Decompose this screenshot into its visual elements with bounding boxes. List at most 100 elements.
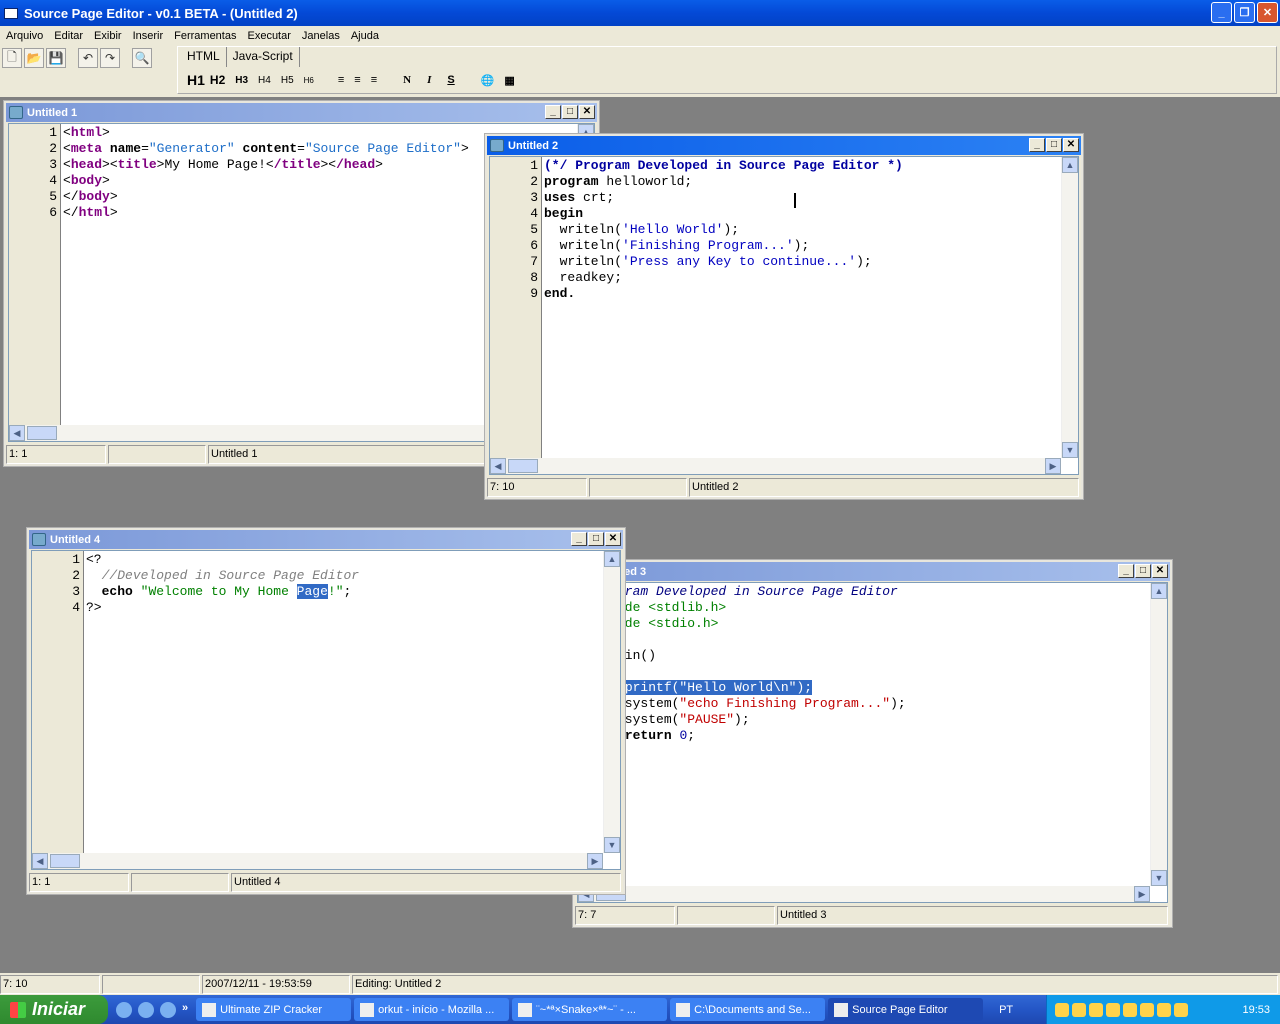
window-titlebar[interactable]: Untitled 4 _ □ ✕ [29,530,623,549]
horizontal-scrollbar[interactable]: ◀▶ [578,886,1150,902]
minimize-button[interactable]: _ [545,105,561,119]
h6-button[interactable]: H6 [304,76,314,85]
minimize-button[interactable]: _ [1211,2,1232,23]
outlook-icon[interactable] [116,1001,132,1018]
close-button[interactable]: ✕ [579,105,595,119]
code-editor[interactable]: //Program Developed in Source Page Edito… [577,582,1168,903]
scroll-thumb[interactable] [50,854,80,868]
horizontal-scrollbar[interactable]: ◀▶ [490,458,1061,474]
h2-button[interactable]: H2 [210,73,225,87]
tray-icon[interactable] [1072,1002,1086,1017]
minimize-button[interactable]: _ [1118,564,1134,578]
window-titlebar[interactable]: Untitled 2 _ □ ✕ [487,136,1081,155]
h4-button[interactable]: H4 [258,75,271,86]
tray-icon[interactable] [1157,1002,1171,1017]
redo-icon[interactable]: ↷ [100,48,120,68]
scroll-up-icon[interactable]: ▲ [1151,583,1167,599]
tray-icon[interactable] [1140,1002,1154,1017]
scroll-thumb[interactable] [508,459,538,473]
bold-button[interactable]: N [403,74,411,86]
menu-editar[interactable]: Editar [54,30,83,42]
window-titlebar[interactable]: Untitled 1 _ □ ✕ [6,103,597,122]
tray-icon[interactable] [1089,1002,1103,1017]
tray-icon[interactable] [1106,1002,1120,1017]
code-editor[interactable]: 1234 <? //Developed in Source Page Edito… [31,550,621,870]
start-button[interactable]: Iniciar [0,995,108,1024]
task-firefox[interactable]: orkut - início - Mozilla ... [354,998,510,1021]
scroll-left-icon[interactable]: ◀ [490,458,506,474]
tab-javascript[interactable]: Java-Script [227,47,300,67]
maximize-button[interactable]: □ [1046,138,1062,152]
open-icon[interactable]: 📂 [24,48,44,68]
ie-icon[interactable] [138,1001,154,1018]
close-button[interactable]: ✕ [1063,138,1079,152]
code-area[interactable]: <? //Developed in Source Page Editor ech… [86,552,603,616]
vertical-scrollbar[interactable]: ▲▼ [603,551,620,853]
link-icon[interactable]: 🌐 [481,74,495,87]
zip-icon [202,1002,217,1017]
scroll-left-icon[interactable]: ◀ [9,425,25,441]
ie2-icon[interactable] [160,1001,176,1018]
maximize-button[interactable]: □ [562,105,578,119]
strike-button[interactable]: S [447,74,454,86]
close-button[interactable]: ✕ [1152,564,1168,578]
menu-janelas[interactable]: Janelas [302,30,340,42]
tray-icon[interactable] [1174,1002,1188,1017]
menu-exibir[interactable]: Exibir [94,30,122,42]
tray-icon[interactable] [1055,1002,1069,1017]
task-source-page-editor[interactable]: Source Page Editor [828,998,984,1021]
new-icon[interactable]: 🗋 [2,48,22,68]
close-button[interactable]: ✕ [1257,2,1278,23]
table-icon[interactable]: ▦ [504,74,514,87]
align-center-icon[interactable]: ≡ [354,74,360,86]
align-right-icon[interactable]: ≡ [371,74,377,86]
scroll-up-icon[interactable]: ▲ [1062,157,1078,173]
task-label: Ultimate ZIP Cracker [220,1003,322,1016]
scroll-down-icon[interactable]: ▼ [1062,442,1078,458]
h1-button[interactable]: H1 [187,72,205,88]
chevron-icon[interactable]: » [182,1002,188,1018]
scroll-right-icon[interactable]: ▶ [1045,458,1061,474]
task-explorer[interactable]: C:\Documents and Se... [670,998,826,1021]
scroll-right-icon[interactable]: ▶ [1134,886,1150,902]
menu-ajuda[interactable]: Ajuda [351,30,379,42]
minimize-button[interactable]: _ [571,532,587,546]
h3-button[interactable]: H3 [235,75,248,86]
restore-button[interactable]: ❐ [1234,2,1255,23]
menu-arquivo[interactable]: Arquivo [6,30,43,42]
menu-inserir[interactable]: Inserir [133,30,164,42]
menu-executar[interactable]: Executar [247,30,290,42]
menu-ferramentas[interactable]: Ferramentas [174,30,236,42]
window-untitled4[interactable]: Untitled 4 _ □ ✕ 1234 <? //Developed in So… [26,527,626,895]
vertical-scrollbar[interactable]: ▲▼ [1061,157,1078,458]
scroll-down-icon[interactable]: ▼ [1151,870,1167,886]
code-editor[interactable]: 123456789 (*/ Program Developed in Sourc… [489,156,1079,475]
preview-icon[interactable]: 🔍 [132,48,152,68]
language-indicator[interactable]: PT [986,1004,1026,1016]
task-messenger[interactable]: ¨~*ª×Snake×ª*~¨ - ... [512,998,668,1021]
horizontal-scrollbar[interactable]: ◀▶ [32,853,603,869]
code-area[interactable]: (*/ Program Developed in Source Page Edi… [544,158,1061,302]
minimize-button[interactable]: _ [1029,138,1045,152]
save-icon[interactable]: 💾 [46,48,66,68]
close-button[interactable]: ✕ [605,532,621,546]
window-titlebar[interactable]: Untitled 3 _□✕ [575,562,1170,581]
scroll-thumb[interactable] [27,426,57,440]
maximize-button[interactable]: □ [1135,564,1151,578]
align-left-icon[interactable]: ≡ [338,74,344,86]
scroll-down-icon[interactable]: ▼ [604,837,620,853]
maximize-button[interactable]: □ [588,532,604,546]
scroll-left-icon[interactable]: ◀ [32,853,48,869]
code-area[interactable]: //Program Developed in Source Page Edito… [578,584,1150,760]
undo-icon[interactable]: ↶ [78,48,98,68]
task-zip-cracker[interactable]: Ultimate ZIP Cracker [196,998,352,1021]
scroll-right-icon[interactable]: ▶ [587,853,603,869]
tab-html[interactable]: HTML [181,47,227,67]
italic-button[interactable]: I [427,74,431,86]
window-untitled3[interactable]: Untitled 3 _□✕ //Program Developed in So… [572,559,1173,928]
h5-button[interactable]: H5 [281,75,294,86]
tray-icon[interactable] [1123,1002,1137,1017]
scroll-up-icon[interactable]: ▲ [604,551,620,567]
vertical-scrollbar[interactable]: ▲▼ [1150,583,1167,886]
window-untitled2[interactable]: Untitled 2 _ □ ✕ 123456789 (*/ Program Dev… [484,133,1084,500]
